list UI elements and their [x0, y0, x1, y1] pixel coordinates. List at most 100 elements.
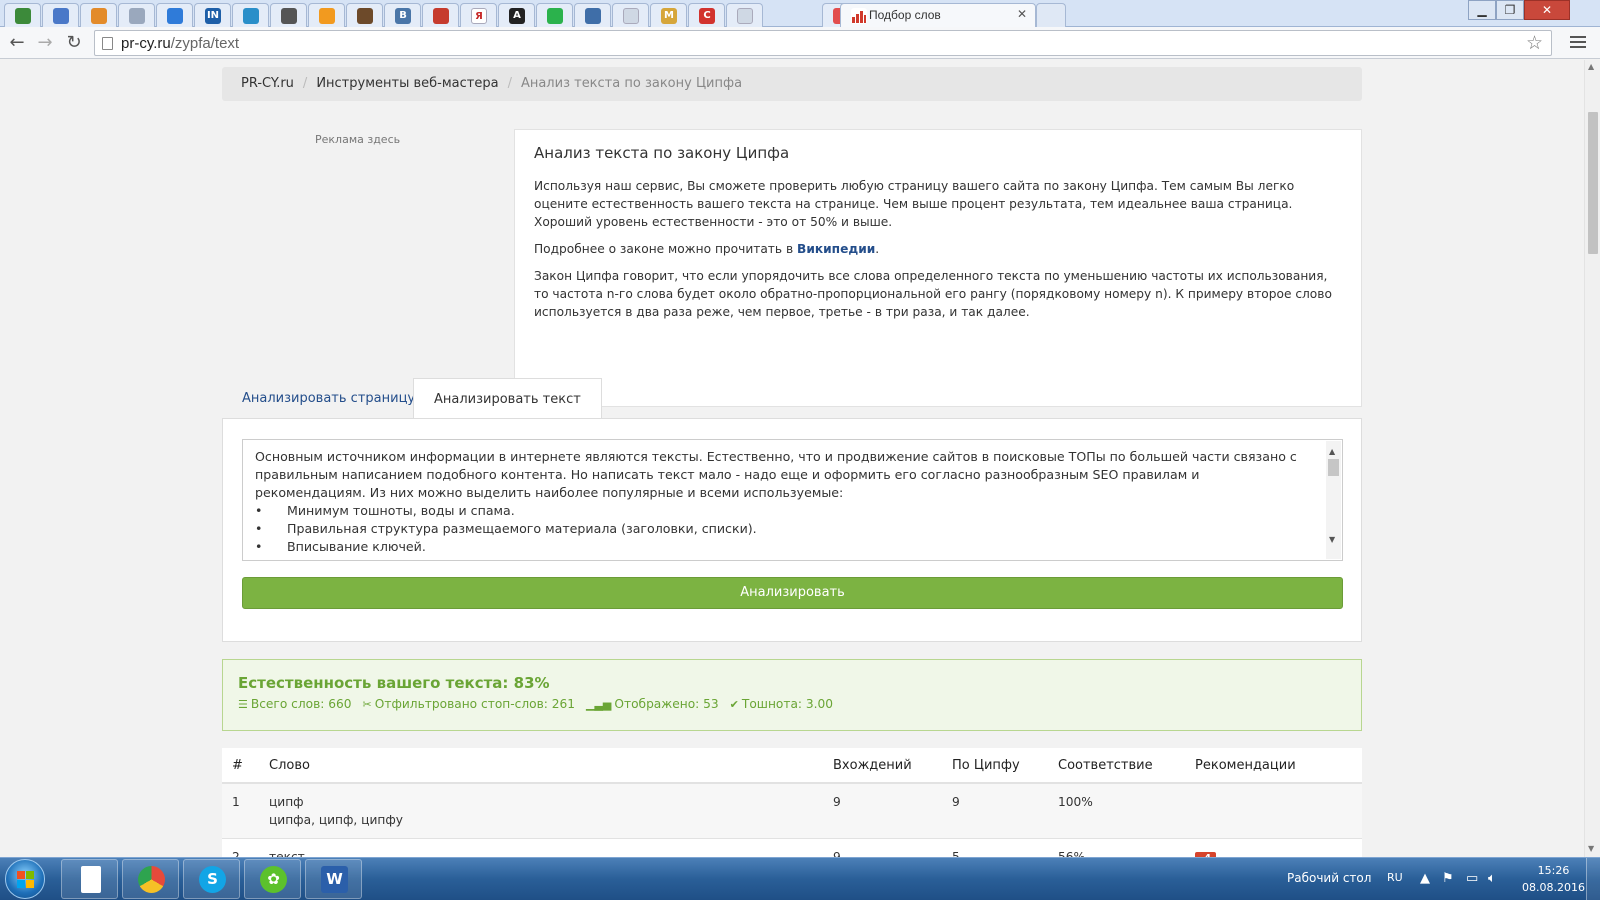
- wikipedia-link[interactable]: Википедии: [797, 242, 875, 256]
- scroll-thumb[interactable]: [1588, 112, 1598, 254]
- word-icon: W: [321, 866, 348, 893]
- maximize-button[interactable]: ❐: [1496, 0, 1524, 20]
- browser-tab[interactable]: A: [498, 3, 535, 27]
- table-body: 1 ципф ципфа, ципф, ципфу 9 9 100% 2 текст 9 5 56%…: [222, 783, 1362, 857]
- taskbar-app[interactable]: S: [183, 859, 240, 899]
- yandex-icon: Я: [471, 8, 487, 24]
- scissors-icon: ✂: [362, 698, 372, 711]
- stat-item: ☰ Всего слов: 660: [238, 697, 352, 711]
- result-stats: ☰ Всего слов: 660 ✂ Отфильтровано стоп-слов…: [238, 697, 1346, 711]
- row-occurrences: 9: [823, 838, 942, 857]
- browser-tab[interactable]: Я: [460, 3, 497, 27]
- emblem-icon: [433, 8, 449, 24]
- tab-close-icon[interactable]: ✕: [1017, 7, 1027, 21]
- taskbar-app[interactable]: [61, 859, 118, 899]
- row-recommendation: [1185, 783, 1362, 839]
- browser-tab[interactable]: B: [384, 3, 421, 27]
- result-summary: Естественность вашего текста: 83% ☰ Всего…: [222, 659, 1362, 731]
- stat-item: ✂ Отфильтровано стоп-слов: 261: [362, 697, 576, 711]
- browser-toolbar: ← → ↻ pr-cy.ru/zypfa/text ☆: [0, 27, 1600, 59]
- browser-tab[interactable]: [118, 3, 155, 27]
- row-word: ципф ципфа, ципф, ципфу: [259, 783, 823, 839]
- info-paragraph-2: Подробнее о законе можно прочитать в Вик…: [534, 242, 880, 256]
- scroll-up-icon[interactable]: ▲: [1588, 62, 1594, 71]
- tab-analyze-text[interactable]: Анализировать текст: [413, 378, 602, 419]
- taskbar-app[interactable]: W: [305, 859, 362, 899]
- map-icon: [91, 8, 107, 24]
- minimize-button[interactable]: ▁: [1468, 0, 1496, 20]
- chrome-menu-icon[interactable]: [1570, 33, 1586, 53]
- browser-tab[interactable]: M: [650, 3, 687, 27]
- address-bar[interactable]: pr-cy.ru/zypfa/text ☆: [94, 30, 1552, 56]
- font-a-icon: A: [509, 8, 525, 24]
- clock[interactable]: 15:26 08.08.2016: [1522, 862, 1585, 896]
- text-input-scrollbar[interactable]: ▲ ▼: [1326, 441, 1341, 559]
- volume-icon[interactable]: 🔈︎: [1488, 871, 1496, 886]
- browser-tab[interactable]: [80, 3, 117, 27]
- page-icon: [102, 37, 113, 50]
- breadcrumb-separator: /: [302, 76, 308, 91]
- scroll-down-icon[interactable]: ▼: [1329, 531, 1335, 549]
- info-paragraph-3: Закон Ципфа говорит, что если упорядочит…: [534, 269, 1332, 319]
- column-header[interactable]: Слово: [259, 748, 823, 784]
- browser-tab[interactable]: [612, 3, 649, 27]
- back-arrow-icon[interactable]: ←: [6, 32, 28, 54]
- column-header[interactable]: Соответствие: [1048, 748, 1185, 784]
- browser-tab[interactable]: [4, 3, 41, 27]
- close-window-button[interactable]: ✕: [1524, 0, 1570, 20]
- row-zipf-expected: 9: [942, 783, 1048, 839]
- vk-icon: B: [395, 8, 411, 24]
- globe-icon: [167, 8, 183, 24]
- column-header[interactable]: #: [222, 748, 259, 784]
- action-center-icon[interactable]: ▭: [1466, 871, 1478, 886]
- row-match: 56%: [1048, 838, 1185, 857]
- page-viewport: PR-CY.ru / Инструменты веб-мастера / Анализ …: [0, 60, 1584, 857]
- browser-tab[interactable]: IN: [194, 3, 231, 27]
- breadcrumb-home[interactable]: PR-CY.ru: [241, 76, 294, 91]
- bar-chart-icon: [851, 8, 867, 24]
- browser-tab[interactable]: [232, 3, 269, 27]
- browser-tab[interactable]: [422, 3, 459, 27]
- prcy-icon: [15, 8, 31, 24]
- column-header[interactable]: Вхождений: [823, 748, 942, 784]
- bookmark-star-icon[interactable]: ☆: [1526, 32, 1543, 54]
- page-scrollbar[interactable]: ▲ ▼: [1584, 60, 1600, 857]
- clock-time: 15:26: [1537, 864, 1570, 877]
- browser-tab[interactable]: C: [688, 3, 725, 27]
- column-header[interactable]: Рекомендации: [1185, 748, 1362, 784]
- tab-analyze-page[interactable]: Анализировать страницу: [222, 378, 435, 419]
- text-input[interactable]: Основным источником информации в интерне…: [242, 439, 1343, 561]
- tray-expand-icon[interactable]: ▲: [1420, 871, 1430, 886]
- breadcrumb-section[interactable]: Инструменты веб-мастера: [316, 76, 498, 91]
- taskbar-app[interactable]: [122, 859, 179, 899]
- copyright-icon: C: [699, 8, 715, 24]
- signal-icon: ▁▃▅: [586, 698, 612, 711]
- browser-tab[interactable]: [346, 3, 383, 27]
- row-rank: 1: [222, 783, 259, 839]
- network-icon[interactable]: ⚑: [1442, 871, 1454, 886]
- browser-tab[interactable]: [308, 3, 345, 27]
- analyze-button[interactable]: Анализировать: [242, 577, 1343, 609]
- scroll-down-icon[interactable]: ▼: [1588, 844, 1594, 853]
- row-zipf-expected: 5: [942, 838, 1048, 857]
- new-tab-button[interactable]: [1036, 3, 1066, 27]
- browser-tab[interactable]: [574, 3, 611, 27]
- start-button[interactable]: [5, 859, 45, 899]
- tab-active[interactable]: Подбор слов ✕: [840, 3, 1036, 27]
- row-recommendation: -4: [1185, 838, 1362, 857]
- browser-tab[interactable]: [726, 3, 763, 27]
- browser-tab[interactable]: [42, 3, 79, 27]
- row-rank: 2: [222, 838, 259, 857]
- browser-tab[interactable]: [270, 3, 307, 27]
- browser-tab[interactable]: [156, 3, 193, 27]
- forward-arrow-icon[interactable]: →: [34, 32, 56, 54]
- reload-icon[interactable]: ↻: [63, 32, 85, 54]
- language-indicator[interactable]: RU: [1387, 871, 1403, 884]
- tab-title: Подбор слов: [869, 8, 941, 22]
- column-header[interactable]: По Ципфу: [942, 748, 1048, 784]
- scroll-thumb[interactable]: [1328, 459, 1339, 476]
- show-desktop-button[interactable]: [1586, 858, 1600, 900]
- browser-tab[interactable]: [536, 3, 573, 27]
- desktop-toolbar-label[interactable]: Рабочий стол: [1287, 871, 1371, 885]
- taskbar-app[interactable]: ✿: [244, 859, 301, 899]
